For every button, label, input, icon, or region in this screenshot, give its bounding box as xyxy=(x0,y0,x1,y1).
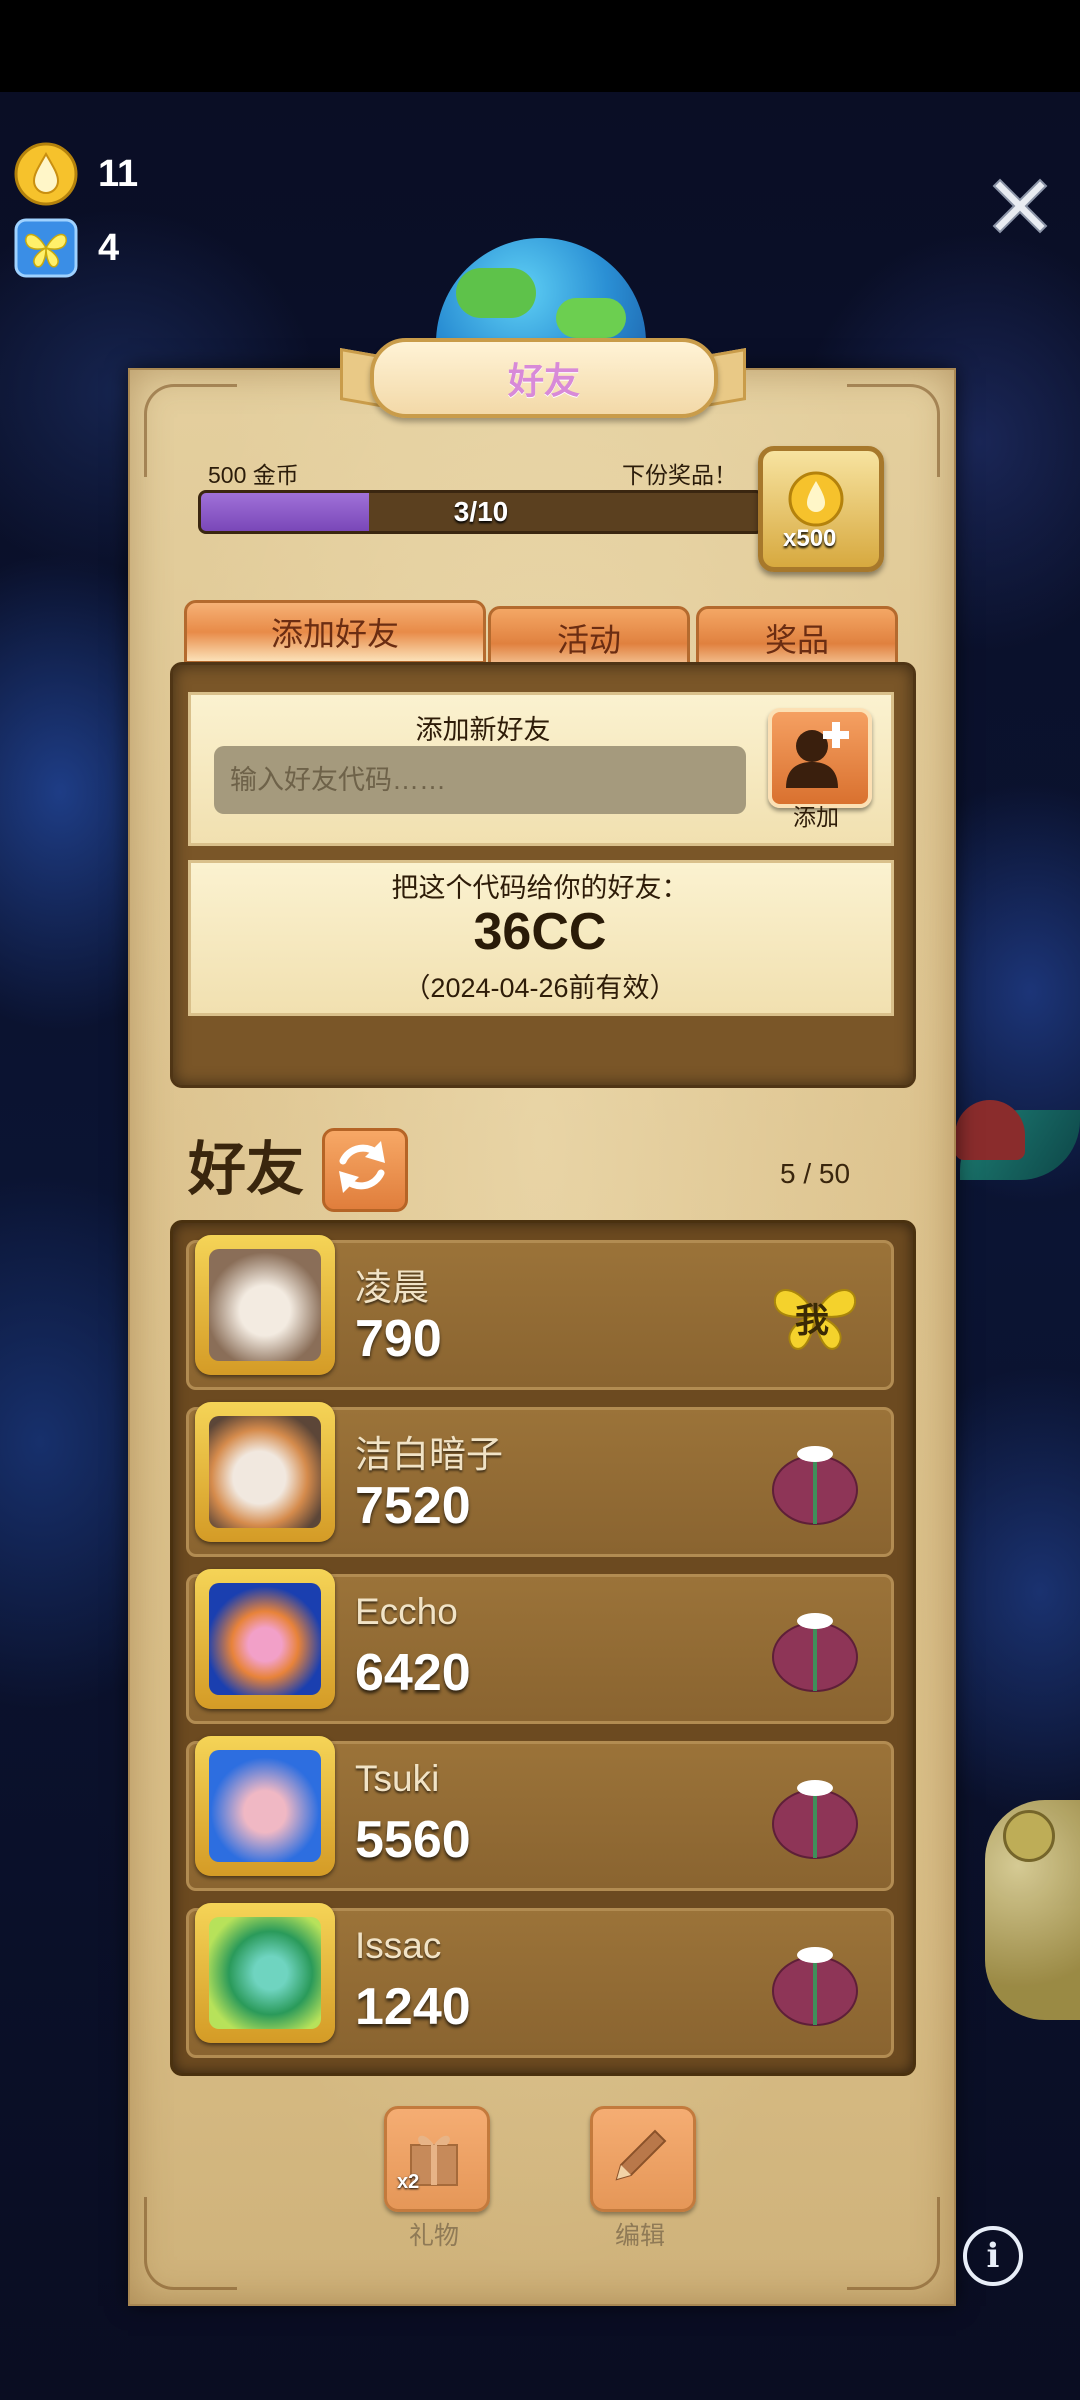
friend-avatar xyxy=(195,1235,335,1375)
panel-corner-ornament xyxy=(847,2197,940,2290)
friend-score: 790 xyxy=(355,1310,442,1368)
friend-score: 6420 xyxy=(355,1644,471,1702)
tab-label: 奖品 xyxy=(764,622,829,658)
gift-pouch-button[interactable] xyxy=(765,1933,865,2033)
progress-bar: 3/10 xyxy=(198,490,764,534)
close-button[interactable] xyxy=(980,166,1060,246)
friend-row[interactable]: 凌晨 790 我 xyxy=(186,1235,894,1390)
butterfly-icon xyxy=(14,216,78,280)
panel-corner-ornament xyxy=(144,2197,237,2290)
progress-text: 3/10 xyxy=(453,496,509,527)
info-button[interactable]: i xyxy=(963,2226,1023,2286)
gift-pouch-icon xyxy=(772,1613,858,1692)
friend-score: 1240 xyxy=(355,1978,471,2036)
me-badge-icon: 我 xyxy=(765,1265,865,1365)
pencil-icon xyxy=(615,2129,667,2181)
refresh-button[interactable] xyxy=(322,1128,408,1212)
gift-pouch-icon xyxy=(772,1947,858,2026)
friend-code-input[interactable]: 输入好友代码…… xyxy=(214,746,746,814)
tab-rewards[interactable]: 奖品 xyxy=(696,606,898,670)
tab-add-friend[interactable]: 添加好友 xyxy=(184,600,486,664)
info-icon: i xyxy=(986,2236,1000,2276)
friend-count: 5 / 50 xyxy=(780,1158,851,1189)
edit-button-label: 编辑 xyxy=(614,2222,665,2250)
friend-name: Tsuki xyxy=(355,1758,440,1799)
friend-row[interactable]: Issac 1240 xyxy=(186,1903,894,2058)
friend-score: 7520 xyxy=(355,1477,471,1535)
add-friend-heading: 添加新好友 xyxy=(415,715,551,745)
butterfly-count: 4 xyxy=(98,226,120,269)
friend-row[interactable]: Eccho 6420 xyxy=(186,1569,894,1724)
reward-multiplier: x500 xyxy=(783,525,837,552)
friend-avatar xyxy=(195,1402,335,1542)
status-bar xyxy=(0,0,1080,92)
gift-pouch-icon xyxy=(772,1446,858,1525)
friend-row[interactable]: 洁白暗子 7520 xyxy=(186,1402,894,1557)
me-badge-label: 我 xyxy=(795,1302,829,1340)
tab-events[interactable]: 活动 xyxy=(488,606,690,670)
next-reward-chest[interactable]: x500 xyxy=(758,446,884,572)
gold-count: 11 xyxy=(98,152,139,195)
panel-title: 好友 xyxy=(507,360,580,401)
friends-section-title: 好友 xyxy=(188,1137,305,1202)
gift-pouch-icon xyxy=(772,1780,858,1859)
friend-score: 5560 xyxy=(355,1811,471,1869)
friend-name: 凌晨 xyxy=(355,1267,429,1308)
my-friend-code[interactable]: 36CC xyxy=(188,902,892,962)
friend-name: 洁白暗子 xyxy=(355,1434,503,1475)
close-icon xyxy=(992,178,1048,234)
gold-drop-icon xyxy=(14,142,78,206)
friend-avatar xyxy=(195,1569,335,1709)
background-frog xyxy=(985,1800,1080,2020)
friend-row[interactable]: Tsuki 5560 xyxy=(186,1736,894,1891)
gift-button-label: 礼物 xyxy=(408,2222,459,2250)
panel-title-banner: 好友 xyxy=(370,338,718,418)
friend-avatar xyxy=(195,1736,335,1876)
edit-button[interactable] xyxy=(590,2106,696,2212)
gift-pouch-button[interactable] xyxy=(765,1432,865,1532)
friend-avatar xyxy=(195,1903,335,2043)
gift-button[interactable]: x2 xyxy=(384,2106,490,2212)
gift-multiplier: x2 xyxy=(397,2171,420,2193)
code-validity: （2024-04-26前有效） xyxy=(403,973,677,1003)
friend-name: Eccho xyxy=(355,1591,458,1632)
share-code-heading: 把这个代码给你的好友： xyxy=(391,873,689,903)
gift-pouch-button[interactable] xyxy=(765,1766,865,1866)
gift-pouch-button[interactable] xyxy=(765,1599,865,1699)
add-friend-button[interactable] xyxy=(768,708,872,808)
gold-counter: 11 xyxy=(14,142,138,206)
add-friend-button-label: 添加 xyxy=(793,804,839,830)
refresh-icon xyxy=(339,1141,385,1193)
friend-name: Issac xyxy=(355,1925,442,1966)
butterfly-counter: 4 xyxy=(14,216,119,280)
progress-reward-label: 500 金币 xyxy=(208,462,299,488)
tab-label: 添加好友 xyxy=(270,616,399,652)
tab-label: 活动 xyxy=(556,622,621,658)
add-person-icon xyxy=(786,722,849,788)
progress-next-label: 下份奖品！ xyxy=(622,462,737,488)
